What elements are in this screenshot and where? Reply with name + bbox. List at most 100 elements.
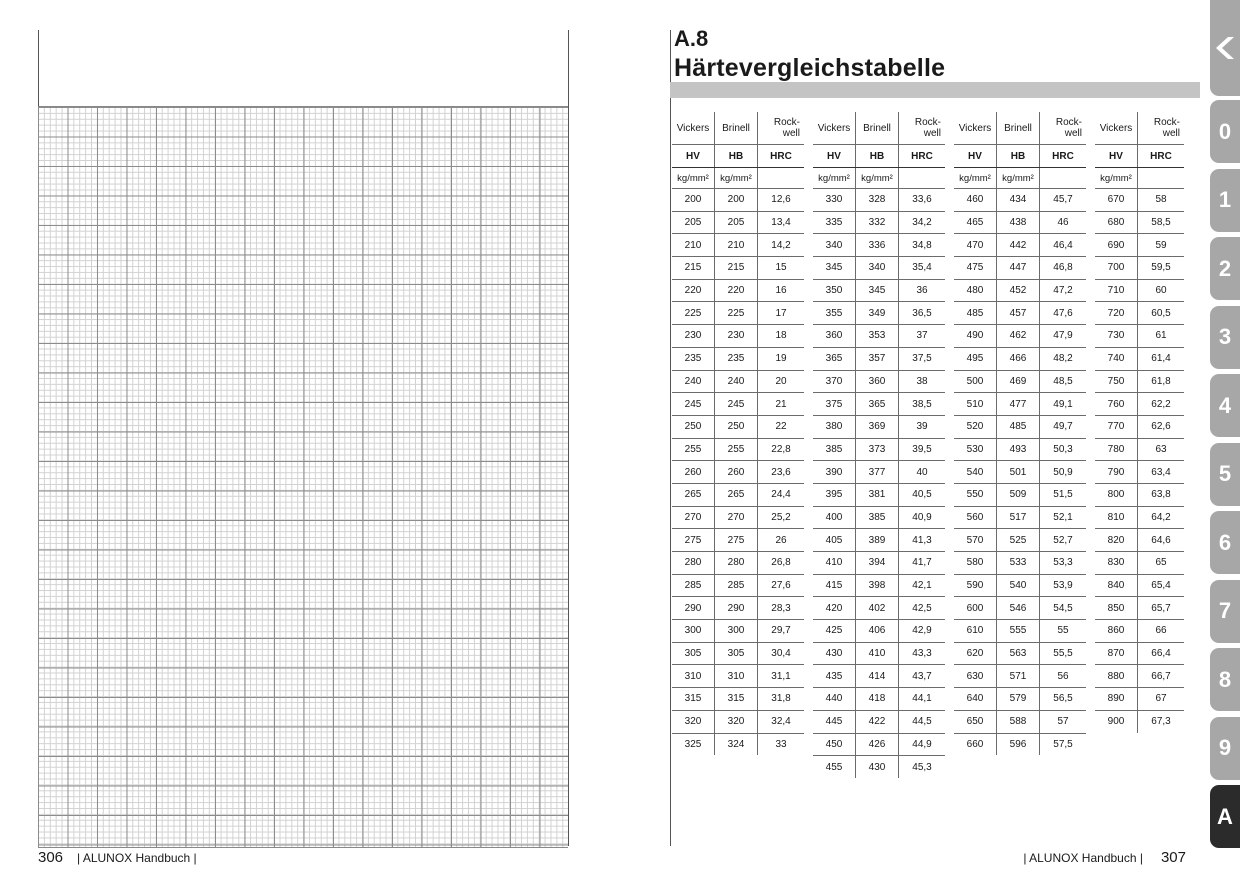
table-cell: 63: [1137, 438, 1184, 462]
table-cell: 260: [672, 460, 715, 484]
table-cell: 550: [954, 483, 997, 507]
table-row: 760 62,2: [1095, 392, 1184, 416]
right-page-number: 307: [1160, 849, 1186, 866]
table-cell: 560: [954, 506, 997, 530]
table-cell: 365: [813, 347, 856, 371]
table-row: 450 426 44,9: [813, 733, 945, 757]
table-row: 490 462 47,9: [954, 324, 1086, 348]
table-cell: 690: [1095, 233, 1138, 258]
table-cell: 426: [855, 733, 899, 757]
table-row: 360 353 37: [813, 324, 945, 348]
chapter-tab-2[interactable]: 2: [1210, 237, 1240, 300]
table-cell: 41,7: [898, 551, 945, 575]
table-cell: 425: [813, 619, 856, 643]
table-cell: 810: [1095, 506, 1138, 530]
table-cell: 42,1: [898, 574, 945, 598]
table-cell: 41,3: [898, 528, 945, 552]
chapter-tab-5[interactable]: 5: [1210, 442, 1240, 506]
table-cell: 285: [672, 574, 715, 598]
header-rockwell-line2: well: [923, 128, 941, 139]
chapter-tab-0[interactable]: 0: [1210, 100, 1240, 163]
unit-hrc-empty: [1137, 167, 1184, 189]
table-row: 810 64,2: [1095, 506, 1184, 530]
unit-hv: kg/mm²: [672, 167, 715, 189]
table-cell: 58: [1137, 188, 1184, 212]
hardness-table-block-4: Vickers Rock-well HV HRC kg/mm² 670 58 680 58,5 6…: [1095, 112, 1184, 733]
table-cell: 57: [1039, 710, 1086, 734]
table-cell: 840: [1095, 574, 1138, 598]
table-cell: 21: [757, 392, 804, 416]
table-cell: 53,3: [1039, 551, 1086, 575]
chapter-tab-3[interactable]: 3: [1210, 305, 1240, 369]
table-cell: 38: [898, 370, 945, 394]
table-cell: 260: [714, 460, 758, 484]
table-cell: 325: [684, 738, 702, 750]
table-cell: 315: [714, 687, 758, 711]
chapter-tab-4[interactable]: 4: [1210, 374, 1240, 437]
table-row: 390 377 40: [813, 460, 945, 484]
chapter-tab-1[interactable]: 1: [1210, 168, 1240, 232]
table-cell: 389: [855, 528, 899, 552]
table-cell: 12,6: [757, 188, 804, 212]
table-row: 210 210 14,2: [672, 233, 804, 258]
hardness-table-block-3: Vickers Brinell Rock-well HV HB HRC kg/mm² kg/m…: [954, 112, 1086, 756]
left-page-fold-line: [568, 30, 569, 846]
table-row: 540 501 50,9: [954, 460, 1086, 484]
table-cell: 800: [1095, 483, 1138, 507]
table-cell: 45,3: [898, 755, 945, 778]
table-cell: 32,4: [757, 710, 804, 734]
table-row: 280 280 26,8: [672, 551, 804, 575]
unit-hv: kg/mm²: [1095, 167, 1138, 189]
table-cell: 462: [996, 324, 1040, 348]
table-cell: 14,2: [757, 233, 804, 258]
table-row: 640 579 56,5: [954, 687, 1086, 711]
table-cell: 485: [954, 301, 997, 326]
table-cell: 300: [714, 619, 758, 643]
table-header-row: Vickers Brinell Rock-well: [672, 112, 804, 145]
table-cell: 60: [1137, 279, 1184, 303]
chapter-tab-9[interactable]: 9: [1210, 716, 1240, 780]
table-cell: 455: [825, 761, 843, 773]
table-row: 720 60,5: [1095, 301, 1184, 326]
table-cell: 36: [898, 279, 945, 303]
table-row: 340 336 34,8: [813, 233, 945, 258]
table-cell: 406: [855, 619, 899, 643]
table-cell: 33: [757, 733, 804, 756]
table-row: 220 220 16: [672, 279, 804, 303]
table-cell: 410: [855, 642, 899, 666]
table-cell: 285: [714, 574, 758, 598]
table-cell: 17: [757, 301, 804, 326]
table-cell: 720: [1095, 301, 1138, 326]
table-unit-code-row: HV HB HRC: [813, 144, 945, 168]
table-cell: 520: [954, 415, 997, 439]
table-cell: 33,6: [898, 188, 945, 212]
table-cell: 60,5: [1137, 301, 1184, 326]
table-cell: 640: [954, 687, 997, 711]
table-row: 460 434 45,7: [954, 188, 1086, 212]
table-row: 215 215 15: [672, 256, 804, 280]
table-row: 235 235 19: [672, 347, 804, 371]
chapter-tab-7[interactable]: 7: [1210, 579, 1240, 643]
table-cell: 438: [996, 211, 1040, 235]
logo-tab[interactable]: [1210, 0, 1240, 96]
table-row: 700 59,5: [1095, 256, 1184, 280]
table-row: 300 300 29,7: [672, 619, 804, 643]
table-cell: 28,3: [757, 596, 804, 621]
table-cell: 509: [996, 483, 1040, 507]
chapter-tab-6[interactable]: 6: [1210, 511, 1240, 574]
table-row: 570 525 52,7: [954, 528, 1086, 552]
table-cell: 40,9: [898, 506, 945, 530]
header-rockwell-line1: Rock-: [1055, 117, 1082, 128]
table-row: 440 418 44,1: [813, 687, 945, 711]
table-cell: 540: [996, 574, 1040, 598]
table-cell: 452: [996, 279, 1040, 303]
unit-hb: kg/mm²: [855, 167, 899, 189]
table-cell: 255: [714, 438, 758, 462]
table-cell: 447: [996, 256, 1040, 280]
table-cell: 26: [757, 528, 804, 552]
right-footer-text: | ALUNOX Handbuch |: [1023, 851, 1143, 865]
chapter-tab-8[interactable]: 8: [1210, 648, 1240, 711]
chapter-tab-a[interactable]: A: [1210, 785, 1240, 848]
table-cell: 340: [855, 256, 899, 280]
table-cell: 43,7: [898, 664, 945, 689]
